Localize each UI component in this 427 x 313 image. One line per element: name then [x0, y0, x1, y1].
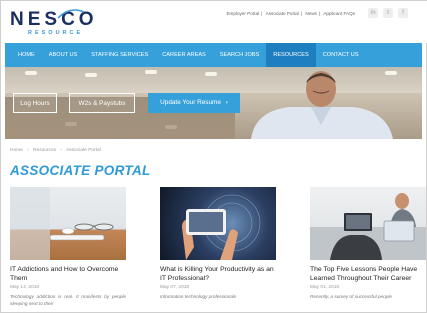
article-excerpt: Technology addiction is real. It manifes…	[10, 294, 126, 307]
article-card[interactable]: IT Addictions and How to Overcome Them M…	[10, 187, 126, 307]
article-title[interactable]: What is Killing Your Productivity as an …	[160, 266, 276, 283]
hero-light	[85, 73, 97, 77]
nav-resources[interactable]: RESOURCES	[266, 43, 316, 67]
update-resume-label: Update Your Resume	[160, 99, 221, 106]
breadcrumb-home[interactable]: Home	[10, 148, 23, 153]
hero-banner: Log Hours W2s & Paystubs Update Your Res…	[5, 67, 422, 139]
nav-home[interactable]: HOME	[5, 43, 42, 67]
article-image[interactable]	[310, 187, 426, 260]
article-image[interactable]	[10, 187, 126, 260]
article-image[interactable]	[160, 187, 276, 260]
top-link-news[interactable]: News	[305, 11, 317, 16]
chevron-right-icon: ›	[225, 99, 228, 106]
hero-light	[25, 71, 37, 75]
article-title[interactable]: IT Addictions and How to Overcome Them	[10, 266, 126, 283]
page-title: ASSOCIATE PORTAL	[10, 163, 151, 178]
article-card[interactable]: The Top Five Lessons People Have Learned…	[310, 187, 426, 307]
logo-swoosh-icon	[57, 9, 85, 19]
nav-career-areas[interactable]: CAREER AREAS	[155, 43, 213, 67]
article-card[interactable]: What is Killing Your Productivity as an …	[160, 187, 276, 307]
article-date: May 07, 2018	[160, 285, 190, 291]
nav-contact-us[interactable]: CONTACT US	[316, 43, 366, 67]
log-hours-button[interactable]: Log Hours	[13, 93, 57, 113]
article-excerpt: Recently, a survey of successful people	[310, 294, 392, 300]
chevron-right-icon: ›	[60, 148, 62, 153]
office-people-image	[310, 193, 426, 260]
twitter-icon[interactable]: t	[383, 8, 393, 18]
utility-links: Employer Portal | Associate Portal | News |…	[226, 11, 355, 16]
article-title[interactable]: The Top Five Lessons People Have Learned…	[310, 266, 426, 283]
article-excerpt: Information technology professionals	[160, 294, 237, 300]
breadcrumb-resources[interactable]: Resources	[33, 148, 56, 153]
top-link-applicant-faqs[interactable]: Applicant FAQs	[323, 11, 355, 16]
linkedin-icon[interactable]: in	[368, 8, 378, 18]
breadcrumb: Home › Resources › Associate Portal	[10, 148, 101, 153]
main-nav: HOME ABOUT US STAFFING SERVICES CAREER A…	[5, 43, 422, 67]
hero-light	[145, 70, 157, 74]
update-resume-button[interactable]: Update Your Resume ›	[148, 93, 240, 113]
nesco-logo[interactable]: NESCO RESOURCE	[10, 9, 98, 36]
w2s-paystubs-button[interactable]: W2s & Paystubs	[69, 93, 135, 113]
logo-subtitle: RESOURCE	[28, 30, 84, 36]
article-date: May 01, 2018	[310, 285, 340, 291]
hero-light	[205, 72, 217, 76]
top-link-employer-portal[interactable]: Employer Portal	[226, 11, 259, 16]
breadcrumb-current: Associate Portal	[66, 148, 101, 153]
chevron-right-icon: ›	[27, 148, 29, 153]
desk-glasses-image	[10, 187, 114, 260]
nav-about-us[interactable]: ABOUT US	[42, 43, 85, 67]
site-header: NESCO RESOURCE Employer Portal | Associat…	[1, 1, 427, 43]
nav-search-jobs[interactable]: SEARCH JOBS	[213, 43, 266, 67]
phone-globe-image	[182, 194, 261, 260]
social-links: in t f	[368, 8, 408, 18]
facebook-icon[interactable]: f	[398, 8, 408, 18]
nav-staffing-services[interactable]: STAFFING SERVICES	[84, 43, 155, 67]
article-date: May 14, 2018	[10, 285, 40, 291]
hero-person-image	[251, 71, 393, 139]
top-link-associate-portal[interactable]: Associate Portal	[266, 11, 299, 16]
